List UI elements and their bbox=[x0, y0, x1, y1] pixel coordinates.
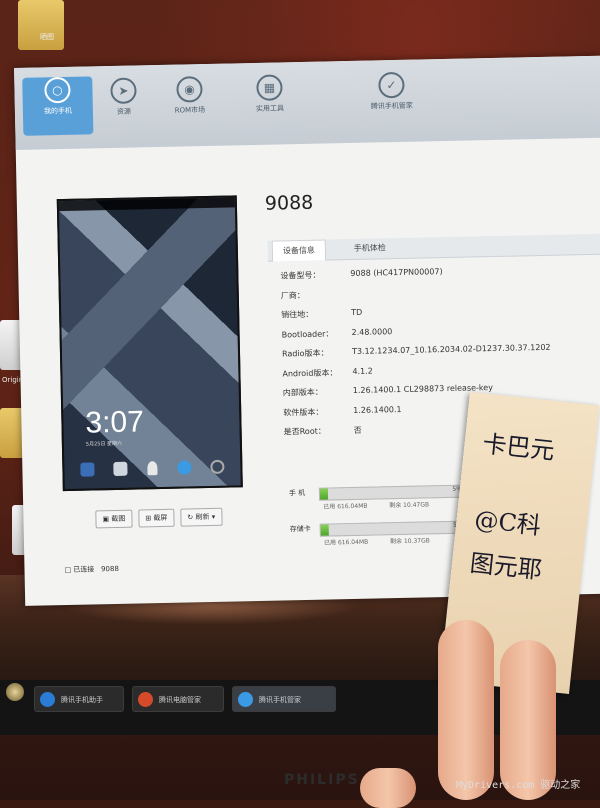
crop-button[interactable]: ⊞ 截屏 bbox=[138, 509, 174, 528]
note-line: 卡巴元 bbox=[481, 424, 556, 466]
refresh-button[interactable]: ↻ 刷新 ▾ bbox=[180, 508, 222, 527]
info-value: 否 bbox=[354, 425, 362, 445]
app-icon bbox=[138, 692, 153, 707]
nav-my-phone[interactable]: ○ 我的手机 bbox=[22, 76, 93, 135]
info-value: TD bbox=[351, 308, 362, 328]
connection-device: 9088 bbox=[101, 565, 119, 573]
nav-label: 腾讯手机管家 bbox=[347, 100, 437, 112]
storage-bar: 5% bbox=[319, 485, 471, 501]
phone-icon: ○ bbox=[44, 77, 71, 104]
watermark: MyDrivers.com 驱动之家 bbox=[456, 776, 580, 791]
info-key: 厂商： bbox=[281, 288, 351, 309]
storage-free: 剩余 10.47GB bbox=[389, 499, 429, 509]
app-icon bbox=[238, 692, 253, 707]
storage-name: 手 机 bbox=[289, 488, 305, 498]
storage-fill bbox=[321, 525, 329, 536]
info-key: 内部版本： bbox=[283, 386, 353, 407]
task-label: 腾讯手机管家 bbox=[259, 696, 301, 704]
taskbar-item[interactable]: 腾讯电脑管家 bbox=[132, 686, 224, 712]
nav-label: 资源 bbox=[89, 106, 159, 117]
nav-resources[interactable]: ➤ 资源 bbox=[88, 77, 159, 117]
start-button[interactable] bbox=[6, 683, 24, 701]
connection-status: □ 已连接 9088 bbox=[64, 564, 119, 575]
button-label: 截屏 bbox=[153, 514, 167, 522]
browser-icon bbox=[177, 460, 191, 474]
info-value: T3.12.1234.07_10.16.2034.02-D1237.30.37.… bbox=[352, 343, 551, 367]
grid-icon: ▦ bbox=[256, 74, 283, 101]
phone-action-buttons: ▣ 截图 ⊞ 截屏 ↻ 刷新 ▾ bbox=[95, 508, 222, 529]
nav-phone-manager[interactable]: ✓ 腾讯手机管家 bbox=[346, 71, 437, 112]
app-header: ○ 我的手机 ➤ 资源 ◉ ROM市场 ▦ 实用工具 ✓ 腾讯手机管家 bbox=[14, 56, 600, 150]
task-label: 腾讯手机助手 bbox=[61, 696, 103, 704]
nav-label: 我的手机 bbox=[23, 105, 93, 116]
connection-label: 已连接 bbox=[73, 565, 94, 573]
desktop-icon-label: 晒图 bbox=[40, 32, 54, 42]
info-key: 软件版本： bbox=[283, 405, 353, 426]
note-line: 图元耶 bbox=[469, 543, 544, 585]
nav-label: 实用工具 bbox=[235, 103, 305, 114]
tab-device-info[interactable]: 设备信息 bbox=[272, 240, 326, 262]
phone-date: 5月25日 星期六 bbox=[86, 440, 122, 448]
phone-clock: 3:07 bbox=[85, 405, 144, 440]
phone-dock bbox=[70, 459, 234, 480]
unlock-ring-icon bbox=[210, 460, 224, 474]
folder-icon[interactable] bbox=[18, 0, 64, 50]
sd-storage-meter: 存储卡 5% 已用 616.04MB 剩余 10.37GB bbox=[290, 520, 480, 524]
info-key: Bootloader： bbox=[282, 327, 352, 348]
nav-label: ROM市场 bbox=[155, 105, 225, 116]
note-line: @C科 bbox=[473, 499, 543, 541]
info-key: 是否Root： bbox=[284, 425, 354, 446]
device-icon: □ bbox=[64, 566, 71, 574]
tab-phone-checkup[interactable]: 手机体检 bbox=[344, 238, 396, 259]
phone-storage-meter: 手 机 5% 已用 616.04MB 剩余 10.47GB bbox=[289, 484, 479, 488]
shield-icon: ✓ bbox=[378, 72, 405, 99]
info-tabs: 设备信息 手机体检 bbox=[268, 234, 600, 262]
lock-icon bbox=[147, 461, 157, 475]
app-icon bbox=[80, 462, 94, 476]
storage-name: 存储卡 bbox=[290, 524, 311, 534]
finger bbox=[360, 768, 416, 808]
task-label: 腾讯电脑管家 bbox=[159, 696, 201, 704]
storage-used: 已用 616.04MB bbox=[323, 501, 367, 511]
storage-fill bbox=[320, 489, 328, 500]
phone-screen-preview: 3:07 5月25日 星期六 bbox=[57, 195, 243, 491]
taskbar-item[interactable]: 腾讯手机管家 bbox=[232, 686, 336, 712]
nav-rom-market[interactable]: ◉ ROM市场 bbox=[154, 76, 225, 116]
info-key: Android版本： bbox=[282, 366, 352, 387]
taskbar-item[interactable]: 腾讯手机助手 bbox=[34, 686, 124, 712]
info-value: 1.26.1400.1 bbox=[353, 404, 402, 425]
info-value: 2.48.0000 bbox=[352, 327, 393, 347]
info-value: 4.1.2 bbox=[352, 366, 373, 386]
camera-icon: ▣ bbox=[102, 515, 111, 523]
crop-icon: ⊞ bbox=[145, 514, 153, 522]
finger bbox=[438, 620, 494, 800]
globe-icon: ◉ bbox=[176, 76, 203, 103]
button-label: 刷新 bbox=[195, 513, 209, 521]
screenshot-button[interactable]: ▣ 截图 bbox=[95, 510, 132, 529]
message-icon bbox=[114, 462, 128, 476]
nav-tools[interactable]: ▦ 实用工具 bbox=[234, 74, 305, 114]
compass-icon: ➤ bbox=[110, 77, 137, 104]
info-key: 设备型号： bbox=[280, 269, 350, 290]
app-icon bbox=[40, 692, 55, 707]
refresh-icon: ↻ bbox=[187, 513, 195, 521]
info-key: Radio版本： bbox=[282, 347, 352, 368]
info-key: 销往地： bbox=[281, 308, 351, 329]
storage-free: 剩余 10.37GB bbox=[390, 535, 430, 545]
storage-bar: 5% bbox=[320, 521, 472, 537]
button-label: 截图 bbox=[111, 515, 125, 523]
device-title: 9088 bbox=[265, 192, 314, 215]
info-value: 9088 (HC417PN00007) bbox=[350, 267, 443, 288]
storage-used: 已用 616.04MB bbox=[324, 537, 368, 547]
monitor-brand: PHILIPS bbox=[284, 772, 360, 788]
